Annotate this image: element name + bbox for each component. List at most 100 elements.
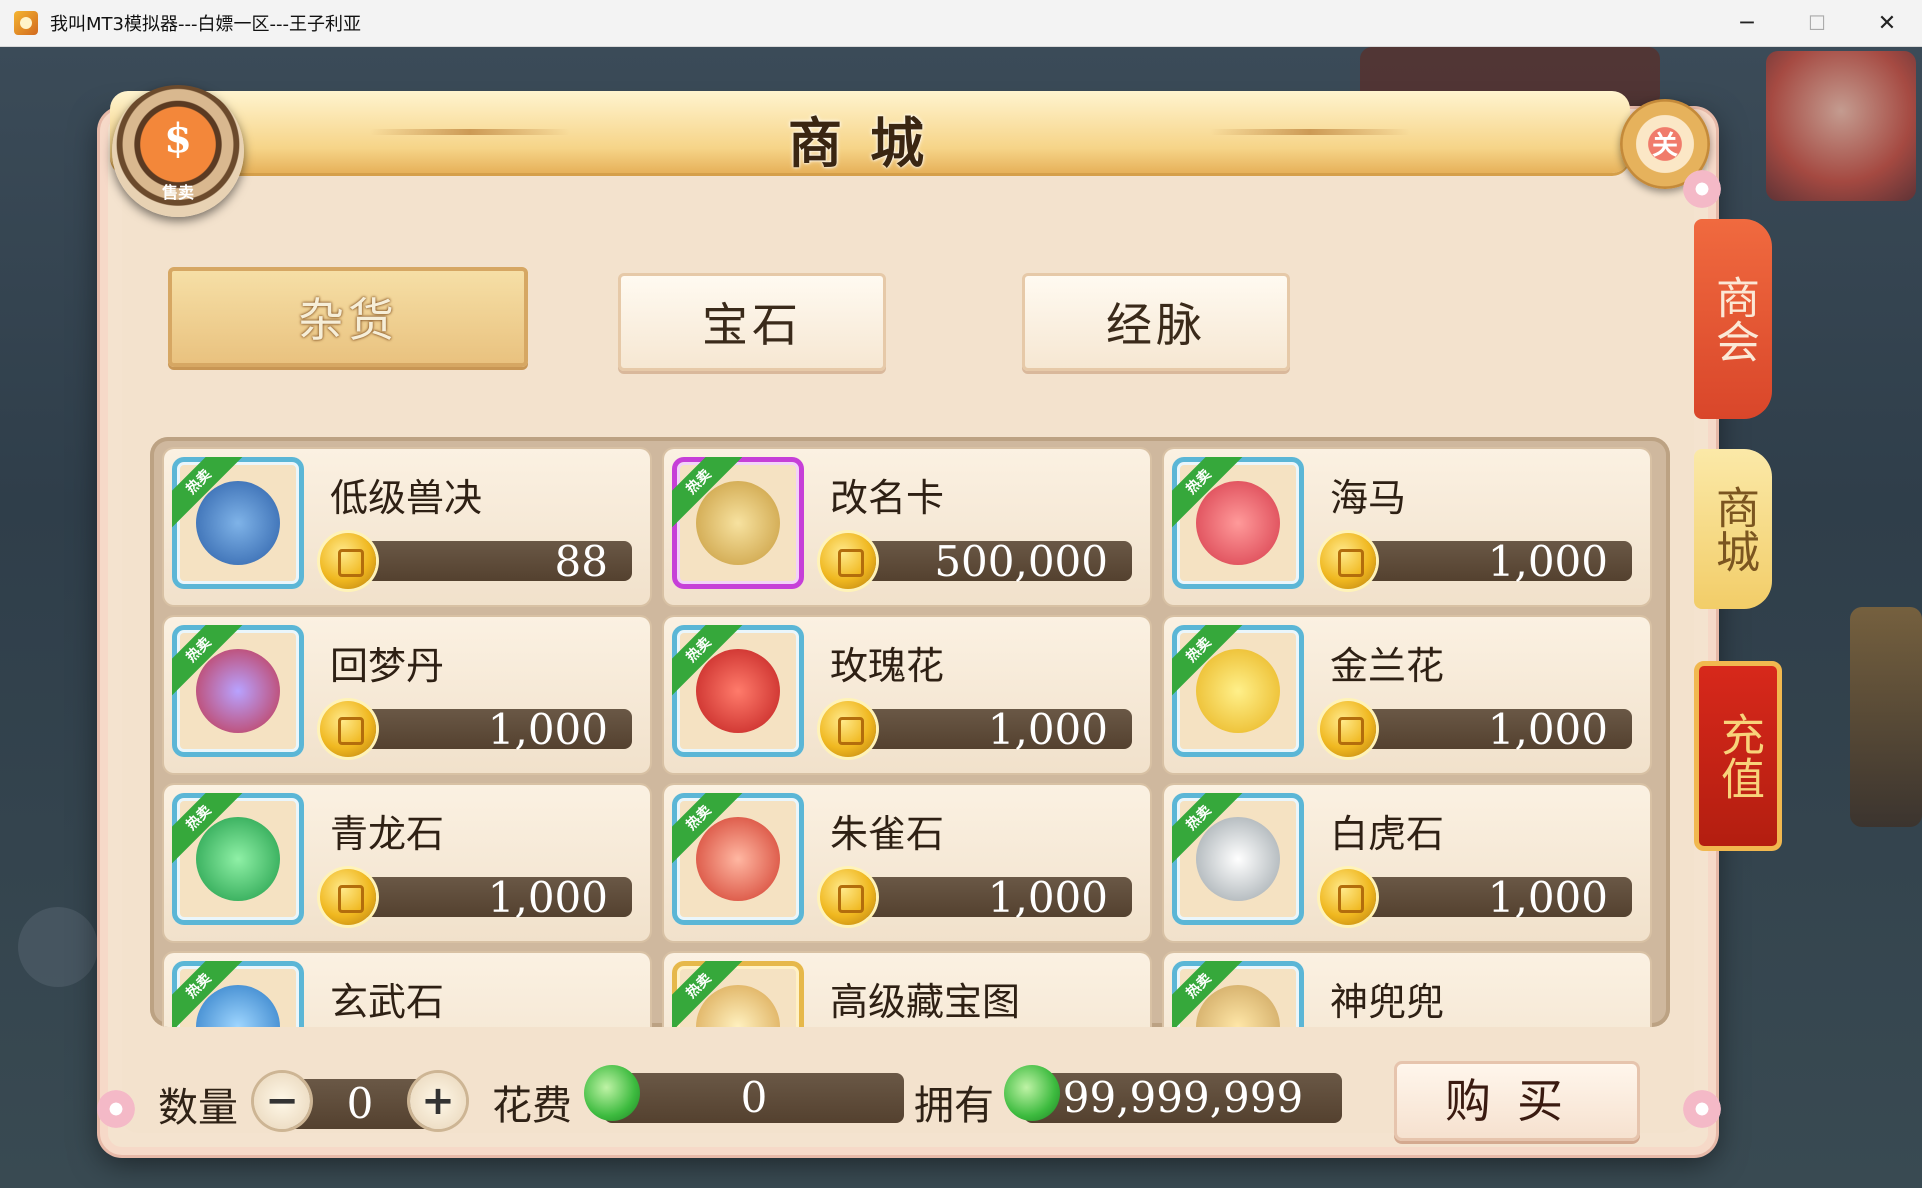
item-icon-frame: 热卖 (172, 961, 304, 1027)
sell-badge-button[interactable]: $ 售卖 (112, 85, 244, 217)
side-tab-mall-label: 商城 (1708, 485, 1759, 573)
item-icon-frame: 热卖 (672, 793, 804, 925)
green-dragon-stone-icon (196, 817, 280, 901)
close-window-button[interactable]: ✕ (1852, 0, 1922, 46)
quantity-minus-button[interactable]: − (254, 1073, 310, 1129)
shop-title: 商城 (788, 111, 952, 175)
orchid-icon (1196, 649, 1280, 733)
item-price: 1,000 (987, 873, 1108, 922)
item-price: 1,000 (1487, 537, 1608, 586)
jade-currency-icon (584, 1065, 640, 1121)
sell-label: 售卖 (161, 183, 194, 202)
item-icon-frame: 热卖 (1172, 961, 1304, 1027)
item-card[interactable]: 热卖 神兜兜 (1164, 953, 1650, 1027)
item-name: 低级兽决 (330, 476, 483, 520)
buy-button[interactable]: 购买 (1394, 1061, 1640, 1141)
item-grid: 热卖 低级兽决 88 热卖 改名卡 500,000 热卖 海马 1,000 热卖 回梦丹 1,000 热… (150, 437, 1670, 1027)
item-icon-frame: 热卖 (172, 625, 304, 757)
item-name: 神兜兜 (1330, 980, 1445, 1024)
scroll-icon (696, 481, 780, 565)
gold-coin-icon (1320, 533, 1376, 589)
side-tab-recharge[interactable]: 充值 (1694, 661, 1782, 851)
item-price: 1,000 (487, 705, 608, 754)
item-price: 1,000 (987, 705, 1108, 754)
flower-decoration (1680, 1087, 1724, 1131)
item-icon-frame: 热卖 (172, 793, 304, 925)
gold-coin-icon (320, 701, 376, 757)
item-icon-frame: 热卖 (1172, 625, 1304, 757)
item-name: 改名卡 (830, 476, 945, 520)
item-icon-frame: 热卖 (1172, 457, 1304, 589)
gold-coin-icon (820, 701, 876, 757)
white-tiger-stone-icon (1196, 817, 1280, 901)
window-controls: ─ ☐ ✕ (1712, 0, 1922, 46)
gold-coin-icon (820, 533, 876, 589)
top-right-avatar[interactable] (1766, 51, 1916, 201)
item-name: 高级藏宝图 (830, 980, 1021, 1024)
quantity-plus-button[interactable]: + (410, 1073, 466, 1129)
window-titlebar: 我叫MT3模拟器---白嫖一区---王子利亚 ─ ☐ ✕ (0, 0, 1922, 47)
cost-value: 0 (740, 1073, 768, 1122)
item-card[interactable]: 热卖 白虎石 1,000 (1164, 785, 1650, 941)
cost-label: 花费 (492, 1083, 572, 1129)
shop-header: 商城 (110, 91, 1630, 175)
price-bar: 1,000 (1342, 873, 1632, 922)
treasure-chest-icon (196, 649, 280, 733)
tab-groceries[interactable]: 杂货 (168, 267, 528, 367)
gold-coin-icon (1320, 869, 1376, 925)
rose-icon (696, 649, 780, 733)
price-bar: 1,000 (842, 873, 1132, 922)
price-bar: 88 (342, 537, 632, 586)
sell-icon: $ (164, 115, 192, 162)
item-card[interactable]: 热卖 青龙石 1,000 (164, 785, 650, 941)
item-name: 朱雀石 (830, 812, 945, 856)
price-bar: 1,000 (1342, 705, 1632, 754)
item-price: 1,000 (1487, 873, 1608, 922)
item-price: 1,000 (1487, 705, 1608, 754)
tab-meridians[interactable]: 经脉 (1022, 273, 1290, 371)
price-bar: 1,000 (842, 705, 1132, 754)
price-bar: 1,000 (1342, 537, 1632, 586)
item-name: 白虎石 (1330, 812, 1445, 856)
item-card[interactable]: 热卖 玄武石 (164, 953, 650, 1027)
quantity-label: 数量 (158, 1085, 238, 1131)
item-icon-frame: 热卖 (1172, 793, 1304, 925)
gold-coin-icon (1320, 701, 1376, 757)
side-tab-recharge-label: 充值 (1713, 712, 1764, 800)
item-price: 1,000 (487, 873, 608, 922)
item-card[interactable]: 热卖 海马 1,000 (1164, 449, 1650, 605)
item-card[interactable]: 热卖 高级藏宝图 (664, 953, 1150, 1027)
window-title: 我叫MT3模拟器---白嫖一区---王子利亚 (50, 14, 361, 35)
item-name: 金兰花 (1330, 644, 1445, 688)
right-scene-figure (1850, 607, 1922, 827)
minimize-button[interactable]: ─ (1712, 0, 1782, 46)
app-icon (14, 11, 38, 35)
item-card[interactable]: 热卖 金兰花 1,000 (1164, 617, 1650, 773)
item-card[interactable]: 热卖 低级兽决 88 (164, 449, 650, 605)
gold-coin-icon (320, 533, 376, 589)
owned-label: 拥有 (914, 1083, 994, 1129)
side-tab-guild[interactable]: 商会 (1694, 219, 1772, 419)
item-price: 88 (554, 537, 608, 586)
item-name: 回梦丹 (330, 644, 445, 688)
price-bar: 1,000 (342, 705, 632, 754)
owned-value: 99,999,999 (1062, 1073, 1304, 1122)
skill-book-icon (196, 481, 280, 565)
item-card[interactable]: 热卖 回梦丹 1,000 (164, 617, 650, 773)
tab-gems[interactable]: 宝石 (618, 273, 886, 371)
jade-currency-icon-owned (1004, 1065, 1060, 1121)
chat-icon[interactable] (18, 907, 98, 987)
maximize-button[interactable]: ☐ (1782, 0, 1852, 46)
cost-field: 0 (604, 1073, 904, 1123)
item-card[interactable]: 热卖 改名卡 500,000 (664, 449, 1150, 605)
seahorse-icon (1196, 481, 1280, 565)
item-card[interactable]: 热卖 玫瑰花 1,000 (664, 617, 1150, 773)
item-icon-frame: 热卖 (672, 625, 804, 757)
gold-coin-icon (320, 869, 376, 925)
side-tab-mall[interactable]: 商城 (1694, 449, 1772, 609)
item-card[interactable]: 热卖 朱雀石 1,000 (664, 785, 1150, 941)
item-icon-frame: 热卖 (672, 961, 804, 1027)
price-bar: 500,000 (842, 537, 1132, 586)
flower-decoration (94, 1087, 138, 1131)
close-label: 关 (1651, 131, 1678, 161)
